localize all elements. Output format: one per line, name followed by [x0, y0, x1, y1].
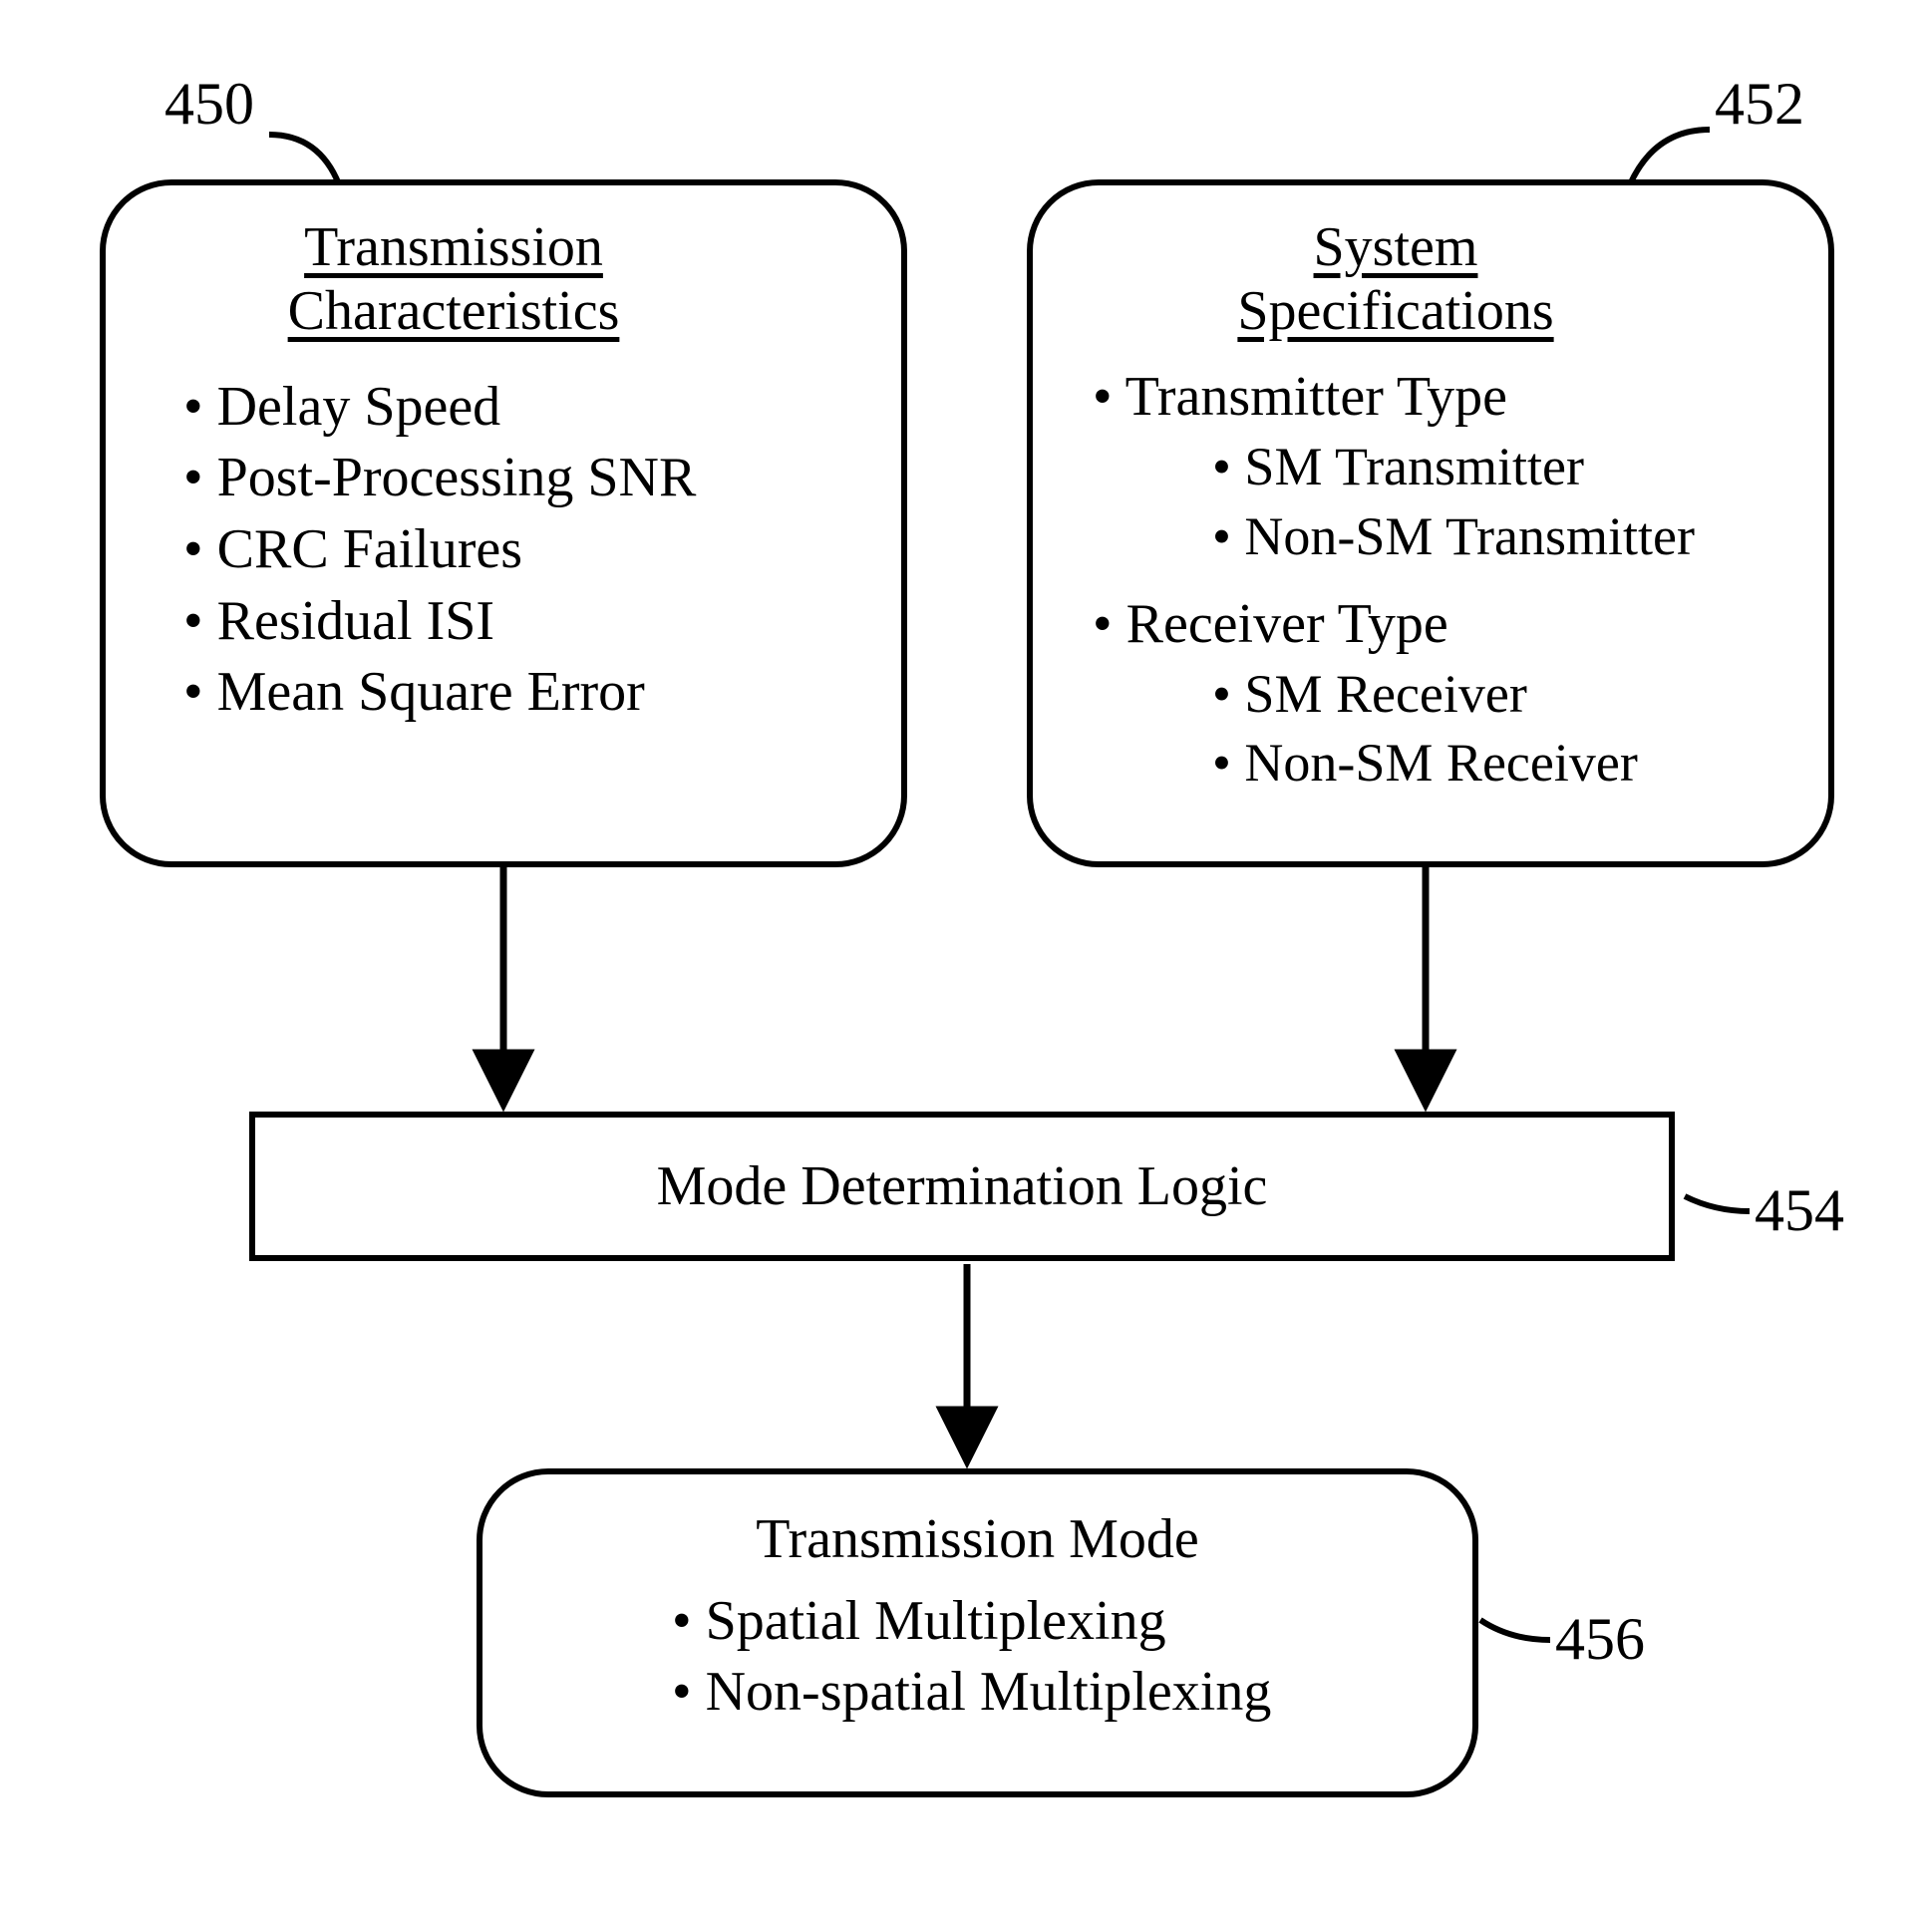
- item-transmitter-type: • Transmitter Type: [1093, 362, 1780, 434]
- item-isi: • Residual ISI: [183, 586, 853, 658]
- box-transmission-characteristics: Transmission Characteristics • Delay Spe…: [100, 179, 907, 867]
- box-450-title: Transmission Characteristics: [54, 215, 853, 344]
- item-mse: • Mean Square Error: [183, 657, 853, 729]
- box-transmission-mode: Transmission Mode • Spatial Multiplexing…: [477, 1468, 1478, 1797]
- item-sm-transmitter: • SM Transmitter: [1093, 433, 1780, 501]
- title-line2: Specifications: [1237, 280, 1553, 342]
- title-line1: System: [1314, 216, 1478, 278]
- ref-label-452: 452: [1715, 70, 1804, 139]
- title-line1: Transmission: [304, 216, 603, 278]
- item-spatial-mux: • Spatial Multiplexing: [592, 1586, 1413, 1658]
- ref-label-454: 454: [1755, 1176, 1844, 1245]
- item-non-sm-receiver: • Non-SM Receiver: [1093, 729, 1780, 798]
- item-delay-speed: • Delay Speed: [183, 372, 853, 444]
- ref-label-456: 456: [1555, 1605, 1645, 1674]
- box-mode-determination-logic: Mode Determination Logic: [249, 1112, 1675, 1261]
- label-mode-determination: Mode Determination Logic: [255, 1154, 1669, 1218]
- box-452-title: System Specifications: [1011, 215, 1780, 344]
- box-456-title: Transmission Mode: [542, 1504, 1413, 1576]
- item-non-spatial-mux: • Non-spatial Multiplexing: [592, 1657, 1413, 1729]
- ref-label-450: 450: [164, 70, 254, 139]
- item-non-sm-transmitter: • Non-SM Transmitter: [1093, 502, 1780, 571]
- item-crc: • CRC Failures: [183, 514, 853, 586]
- box-system-specifications: System Specifications • Transmitter Type…: [1027, 179, 1834, 867]
- box-450-items: • Delay Speed • Post-Processing SNR • CR…: [154, 372, 853, 729]
- title-line2: Characteristics: [288, 280, 620, 342]
- item-receiver-type: • Receiver Type: [1093, 589, 1780, 661]
- item-sm-receiver: • SM Receiver: [1093, 660, 1780, 729]
- item-pp-snr: • Post-Processing SNR: [183, 443, 853, 514]
